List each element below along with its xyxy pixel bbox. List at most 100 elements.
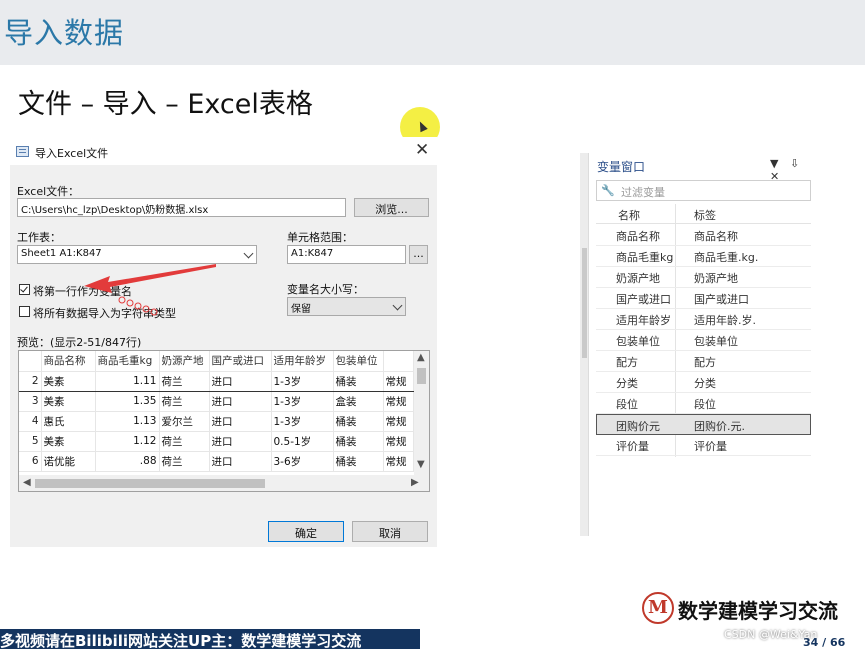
case-label: 变量名大小写：: [287, 283, 364, 296]
case-select[interactable]: 保留: [287, 297, 406, 316]
row-number: 4: [19, 411, 42, 432]
scroll-up-icon[interactable]: ▲: [417, 352, 425, 363]
left-scroll-thumb[interactable]: [582, 248, 587, 358]
all-as-string-checkbox[interactable]: [19, 306, 30, 317]
table-cell: 荷兰: [159, 431, 210, 452]
column-header[interactable]: 适用年龄岁: [271, 351, 334, 372]
table-row[interactable]: 6 诺优能 .88 荷兰 进口 3-6岁 桶装 常规: [19, 451, 414, 472]
logo-letter: M: [648, 597, 668, 618]
variable-list-header: 名称 标签: [596, 204, 811, 224]
chevron-down-icon: [243, 248, 254, 259]
list-item[interactable]: 评价量 评价量: [596, 435, 811, 456]
variable-name: 商品毛重kg: [616, 251, 674, 264]
file-path-input[interactable]: C:\Users\hc_lzp\Desktop\奶粉数据.xlsx: [17, 198, 346, 217]
slide-title: 导入数据: [4, 16, 125, 50]
list-item[interactable]: 配方 配方: [596, 351, 811, 372]
table-cell: 常规: [383, 391, 414, 412]
list-item[interactable]: 分类 分类: [596, 372, 811, 393]
variable-label: 评价量: [694, 440, 727, 453]
table-row[interactable]: 2 美素 1.11 荷兰 进口 1-3岁 桶装 常规: [19, 370, 414, 392]
browse-button[interactable]: 浏览...: [354, 198, 429, 217]
wrench-icon[interactable]: 🔧: [601, 184, 615, 197]
vertical-scroll-thumb[interactable]: [417, 368, 426, 384]
variable-name: 配方: [616, 356, 638, 369]
table-cell: 0.5-1岁: [271, 431, 334, 452]
dialog-table-icon: [16, 146, 29, 157]
logo-text: 数学建模学习交流: [678, 599, 838, 623]
horizontal-scroll-thumb[interactable]: [35, 479, 265, 488]
preview-label: 预览：(显示2-51/847行): [17, 336, 142, 349]
table-cell: 1.12: [95, 431, 160, 452]
table-cell: 桶装: [333, 411, 384, 432]
list-item[interactable]: 适用年龄岁 适用年龄.岁.: [596, 309, 811, 330]
sheet-label: 工作表：: [17, 231, 61, 244]
row-number: 5: [19, 431, 42, 452]
variable-name: 国产或进口: [616, 293, 671, 306]
list-item-selected[interactable]: 团购价元 团购价.元.: [596, 414, 811, 435]
list-item[interactable]: 商品名称 商品名称: [596, 225, 811, 246]
table-cell: 美素: [41, 431, 96, 452]
column-header[interactable]: [383, 351, 414, 372]
filter-variables-input[interactable]: 🔧 过滤变量: [596, 180, 811, 201]
row-number: 3: [19, 391, 42, 412]
first-row-names-checkbox[interactable]: [19, 284, 30, 295]
bottom-banner: 多视频请在Bilibili网站关注UP主：数学建模学习交流: [0, 629, 420, 649]
table-cell: 常规: [383, 411, 414, 432]
left-scroll-strip: [580, 153, 589, 536]
variable-window: 变量窗口 ▼ ⇩ ✕ 🔧 过滤变量 名称 标签 商品名称 商品名称 商品毛重kg 商…: [580, 153, 812, 536]
import-excel-dialog: 导入Excel文件 ✕ Excel文件： C:\Users\hc_lzp\Des…: [10, 137, 437, 547]
variable-label: 商品名称: [694, 230, 738, 243]
range-label: 单元格范围：: [287, 231, 353, 244]
table-cell: 荷兰: [159, 391, 210, 412]
table-cell: 3-6岁: [271, 451, 334, 472]
header-band: 导入数据: [0, 0, 865, 65]
range-picker-button[interactable]: ...: [409, 245, 428, 264]
column-header[interactable]: 商品毛重kg: [95, 351, 160, 372]
variable-name: 评价量: [616, 440, 649, 453]
column-header[interactable]: 国产或进口: [209, 351, 272, 372]
column-header[interactable]: 包装单位: [333, 351, 384, 372]
list-item[interactable]: 商品毛重kg 商品毛重.kg.: [596, 246, 811, 267]
variable-window-title: 变量窗口: [597, 160, 646, 174]
variable-label: 包装单位: [694, 335, 738, 348]
variable-label: 国产或进口: [694, 293, 749, 306]
variable-label: 奶源产地: [694, 272, 738, 285]
column-header[interactable]: 奶源产地: [159, 351, 210, 372]
dialog-titlebar: 导入Excel文件 ✕: [10, 137, 437, 165]
variable-label: 商品毛重.kg.: [694, 251, 759, 264]
table-cell: 常规: [383, 431, 414, 452]
table-cell: 盒装: [333, 391, 384, 412]
grid-header-row: 商品名称 商品毛重kg 奶源产地 国产或进口 适用年龄岁 包装单位: [19, 351, 414, 372]
table-cell: 1-3岁: [271, 391, 334, 412]
list-item[interactable]: 奶源产地 奶源产地: [596, 267, 811, 288]
banner-text: 多视频请在Bilibili网站关注UP主：数学建模学习交流: [0, 632, 362, 649]
table-cell: 惠氏: [41, 411, 96, 432]
variable-label: 分类: [694, 377, 716, 390]
table-cell: 桶装: [333, 451, 384, 472]
slide: 导入数据 文件 – 导入 – Excel表格 导入Excel文件 ✕ Excel…: [0, 0, 865, 649]
table-row[interactable]: 3 美素 1.35 荷兰 进口 1-3岁 盒装 常规: [19, 391, 414, 412]
list-item[interactable]: 段位 段位: [596, 393, 811, 414]
column-header-label[interactable]: 标签: [694, 207, 716, 223]
close-icon[interactable]: ✕: [415, 140, 429, 160]
column-header-name[interactable]: 名称: [618, 207, 640, 223]
scroll-right-icon[interactable]: ▶: [411, 477, 419, 488]
list-item[interactable]: 国产或进口 国产或进口: [596, 288, 811, 309]
variable-name: 团购价元: [616, 420, 660, 433]
ok-button[interactable]: 确定: [268, 521, 344, 542]
preview-grid[interactable]: 商品名称 商品毛重kg 奶源产地 国产或进口 适用年龄岁 包装单位 2 美素 1…: [18, 350, 430, 492]
scroll-left-icon[interactable]: ◀: [23, 477, 31, 488]
table-cell: 常规: [383, 370, 414, 392]
cancel-button[interactable]: 取消: [352, 521, 428, 542]
horizontal-scrollbar[interactable]: ◀ ▶: [19, 475, 429, 491]
table-cell: 进口: [209, 451, 272, 472]
range-input[interactable]: A1:K847: [287, 245, 406, 264]
list-item[interactable]: 包装单位 包装单位: [596, 330, 811, 351]
variable-label: 适用年龄.岁.: [694, 314, 756, 327]
scroll-down-icon[interactable]: ▼: [417, 459, 425, 470]
table-cell: 1-3岁: [271, 411, 334, 432]
column-header[interactable]: 商品名称: [41, 351, 96, 372]
table-row[interactable]: 5 美素 1.12 荷兰 进口 0.5-1岁 桶装 常规: [19, 431, 414, 452]
vertical-scrollbar[interactable]: ▲ ▼: [414, 351, 429, 475]
table-row[interactable]: 4 惠氏 1.13 爱尔兰 进口 1-3岁 桶装 常规: [19, 411, 414, 432]
